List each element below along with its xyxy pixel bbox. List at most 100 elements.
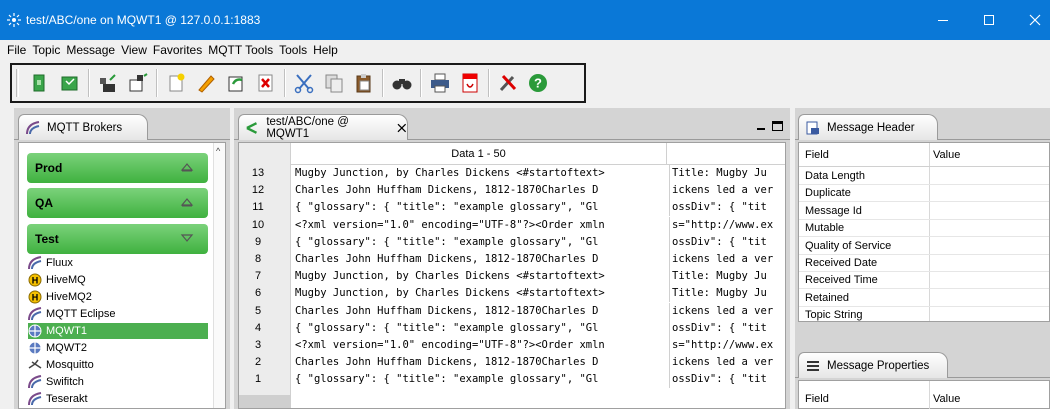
broker-item-swifitch[interactable]: Swifitch [28, 374, 218, 390]
message-row[interactable]: 1 { "glossary": { "title": "example gloss… [239, 371, 785, 389]
find-button[interactable] [387, 68, 417, 98]
edit-button[interactable] [191, 68, 221, 98]
column-header-field[interactable]: Field [805, 149, 829, 161]
message-row[interactable]: 10 <?xml version="1.0" encoding="UTF-8"?>… [239, 216, 785, 234]
paste-icon [356, 74, 371, 93]
menu-favorites[interactable]: Favorites [150, 40, 205, 60]
publish-button[interactable] [93, 68, 123, 98]
broker-item-hivemq2[interactable]: H HiveMQ2 [28, 289, 218, 305]
broker-item-teserakt[interactable]: Teserakt [28, 391, 218, 407]
menu-view[interactable]: View [118, 40, 150, 60]
scroll-up-icon[interactable]: ^ [216, 146, 220, 156]
menu-help[interactable]: Help [310, 40, 341, 60]
header-field-row[interactable]: Received Date [799, 255, 1049, 272]
broker-icon [28, 307, 42, 321]
menu-message[interactable]: Message [63, 40, 118, 60]
tab-mqtt-brokers[interactable]: MQTT Brokers [18, 114, 148, 140]
message-row[interactable]: 4 { "glossary": { "title": "example gloss… [239, 319, 785, 337]
message-row[interactable]: 6 Mugby Junction, by Charles Dickens <#st… [239, 285, 785, 303]
close-button[interactable] [1012, 0, 1050, 40]
close-tab-icon[interactable] [397, 123, 407, 133]
row-number-footer [239, 395, 291, 408]
message-row[interactable]: 7 Mugby Junction, by Charles Dickens <#st… [239, 268, 785, 286]
toolbar-grip[interactable] [16, 69, 19, 97]
help-button[interactable]: ? [523, 68, 553, 98]
paste-button[interactable] [349, 68, 379, 98]
group-qa[interactable]: QA [27, 188, 208, 218]
header-field-row[interactable]: Topic String [799, 307, 1049, 321]
column-header-value[interactable]: Value [933, 393, 960, 405]
tools-icon [499, 74, 517, 92]
cut-button[interactable] [289, 68, 319, 98]
message-row[interactable]: 9 { "glossary": { "title": "example gloss… [239, 233, 785, 251]
header-field-row[interactable]: Mutable [799, 220, 1049, 238]
panel-maximize-icon[interactable] [772, 120, 783, 134]
message-data-cell-continued: ickens led a ver [669, 182, 785, 200]
message-row[interactable]: 5 Charles John Huffham Dickens, 1812-1870… [239, 302, 785, 320]
open-icon [33, 74, 45, 92]
app-icon [7, 13, 21, 27]
maximize-icon [984, 15, 994, 25]
group-test[interactable]: Test [27, 224, 208, 254]
minimize-button[interactable] [920, 0, 966, 40]
header-table-head: Field Value [799, 143, 1049, 167]
header-field-row[interactable]: Retained [799, 290, 1049, 307]
column-header-field[interactable]: Field [805, 393, 829, 405]
row-number: 1 [254, 373, 262, 386]
broker-item-mosquitto[interactable]: Mosquitto [28, 357, 218, 373]
group-prod[interactable]: Prod [27, 153, 208, 183]
tools-button[interactable] [493, 68, 523, 98]
delete-button[interactable] [251, 68, 281, 98]
panel-minimize-icon[interactable] [756, 120, 766, 134]
menu-file[interactable]: File [4, 40, 29, 60]
mqwt-icon [28, 341, 42, 355]
menu-topic[interactable]: Topic [29, 40, 63, 60]
message-row[interactable]: 2 Charles John Huffham Dickens, 1812-1870… [239, 354, 785, 372]
tab-topic-messages[interactable]: test/ABC/one @ MQWT1 [238, 114, 408, 140]
broker-item-mqwt2[interactable]: MQWT2 [28, 340, 218, 356]
message-row[interactable]: 3 <?xml version="1.0" encoding="UTF-8"?><… [239, 337, 785, 354]
header-field-row[interactable]: Received Time [799, 272, 1049, 290]
toolbar-separator [488, 69, 490, 97]
chevron-up-icon [180, 163, 194, 172]
pdf-button[interactable] [455, 68, 485, 98]
minimize-icon [938, 19, 948, 21]
header-field-row[interactable]: Message Id [799, 203, 1049, 220]
broker-item-fluux[interactable]: Fluux [28, 255, 218, 271]
toolbar-row: ? [0, 60, 1050, 108]
broker-item-hivemq[interactable]: H HiveMQ [28, 272, 218, 288]
column-header-value[interactable]: Value [933, 149, 960, 161]
header-field-row[interactable]: Duplicate [799, 185, 1049, 203]
message-data-cell-continued: s="http://www.ex [669, 337, 785, 354]
message-row[interactable]: 13 Mugby Junction, by Charles Dickens <#s… [239, 165, 785, 182]
print-button[interactable] [425, 68, 455, 98]
window-title: test/ABC/one on MQWT1 @ 127.0.0.1:1883 [26, 13, 261, 27]
redo-button[interactable] [221, 68, 251, 98]
header-field-row[interactable]: Data Length [799, 168, 1049, 185]
column-divider [929, 381, 930, 409]
copy-button[interactable] [319, 68, 349, 98]
new-button[interactable] [161, 68, 191, 98]
menu-bar: File Topic Message View Favorites MQTT T… [0, 40, 1050, 60]
subscribe-button[interactable] [123, 68, 153, 98]
save-icon [61, 76, 78, 91]
message-data-cell: { "glossary": { "title": "example glossa… [295, 235, 599, 248]
message-row[interactable]: 8 Charles John Huffham Dickens, 1812-1870… [239, 251, 785, 268]
tab-message-header[interactable]: Message Header [798, 114, 938, 140]
message-data-cell-continued: ossDiv": { "tit [669, 233, 785, 251]
broker-item-mqtt-eclipse[interactable]: MQTT Eclipse [28, 306, 218, 322]
menu-mqtt-tools[interactable]: MQTT Tools [205, 40, 276, 60]
message-data-cell: { "glossary": { "title": "example glossa… [295, 321, 599, 334]
menu-tools[interactable]: Tools [276, 40, 310, 60]
message-row[interactable]: 11 { "glossary": { "title": "example glos… [239, 199, 785, 217]
header-field-row[interactable]: Quality of Service [799, 238, 1049, 255]
save-button[interactable] [55, 68, 85, 98]
open-button[interactable] [25, 68, 55, 98]
find-icon [392, 79, 412, 90]
column-header-data[interactable]: Data 1 - 50 [291, 143, 666, 165]
row-number: 5 [254, 304, 262, 317]
message-row[interactable]: 12 Charles John Huffham Dickens, 1812-187… [239, 182, 785, 200]
maximize-button[interactable] [966, 0, 1012, 40]
tab-message-properties[interactable]: Message Properties [798, 352, 948, 378]
broker-item-mqwt1[interactable]: MQWT1 [28, 323, 208, 339]
